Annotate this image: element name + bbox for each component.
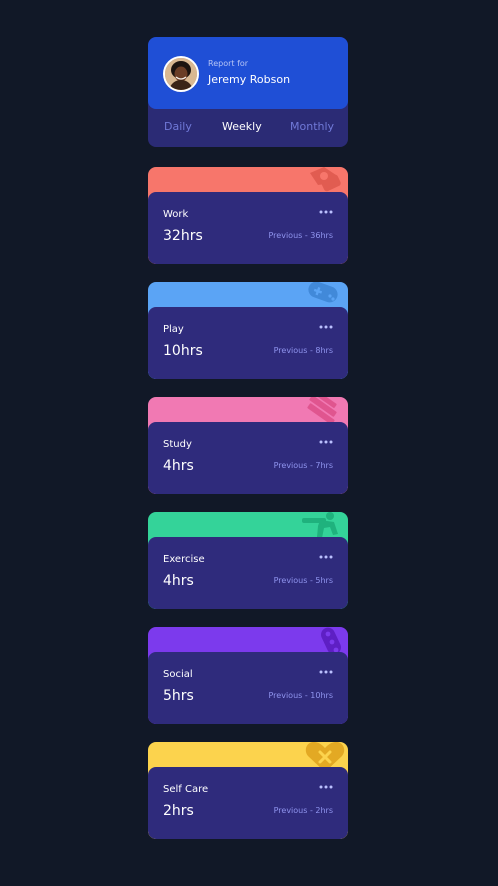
timeframe-tabs: Daily Weekly Monthly — [148, 109, 348, 147]
current-hours: 10hrs — [163, 343, 203, 359]
card-body: Study 4hrs Previous - 7hrs — [148, 422, 348, 494]
card-body: Exercise 4hrs Previous - 5hrs — [148, 537, 348, 609]
card-body: Work 32hrs Previous - 36hrs — [148, 192, 348, 264]
current-hours: 32hrs — [163, 228, 203, 244]
more-options-icon[interactable] — [319, 782, 333, 792]
card-title: Study — [163, 439, 192, 450]
current-hours: 4hrs — [163, 458, 194, 474]
card-body: Self Care 2hrs Previous - 2hrs — [148, 767, 348, 839]
activity-card-exercise: Exercise 4hrs Previous - 5hrs — [148, 512, 348, 609]
previous-hours: Previous - 10hrs — [268, 691, 334, 700]
card-title: Social — [163, 669, 193, 680]
avatar-image — [165, 58, 197, 90]
more-options-icon[interactable] — [319, 437, 333, 447]
activity-card-play: Play 10hrs Previous - 8hrs — [148, 282, 348, 379]
profile-card: Report for Jeremy Robson Daily Weekly Mo… — [148, 37, 348, 147]
current-hours: 4hrs — [163, 573, 194, 589]
card-body: Play 10hrs Previous - 8hrs — [148, 307, 348, 379]
user-name: Jeremy Robson — [208, 73, 291, 86]
previous-hours: Previous - 5hrs — [273, 576, 333, 585]
more-options-icon[interactable] — [319, 207, 333, 217]
tab-monthly[interactable]: Monthly — [290, 120, 334, 133]
previous-hours: Previous - 2hrs — [273, 806, 333, 815]
activity-card-study: Study 4hrs Previous - 7hrs — [148, 397, 348, 494]
more-options-icon[interactable] — [319, 322, 333, 332]
more-options-icon[interactable] — [319, 552, 333, 562]
activity-card-self-care: Self Care 2hrs Previous - 2hrs — [148, 742, 348, 839]
dashboard: Report for Jeremy Robson Daily Weekly Mo… — [148, 37, 348, 839]
previous-hours: Previous - 36hrs — [268, 231, 334, 240]
activity-card-work: Work 32hrs Previous - 36hrs — [148, 167, 348, 264]
previous-hours: Previous - 8hrs — [273, 346, 333, 355]
profile-header: Report for Jeremy Robson — [148, 37, 348, 109]
tab-daily[interactable]: Daily — [164, 120, 192, 133]
card-body: Social 5hrs Previous - 10hrs — [148, 652, 348, 724]
report-for-label: Report for — [208, 59, 249, 68]
card-title: Self Care — [163, 784, 209, 795]
previous-hours: Previous - 7hrs — [273, 461, 333, 470]
card-title: Play — [163, 324, 184, 335]
more-options-icon[interactable] — [319, 667, 333, 677]
avatar — [163, 56, 199, 92]
current-hours: 2hrs — [163, 803, 194, 819]
activity-card-social: Social 5hrs Previous - 10hrs — [148, 627, 348, 724]
current-hours: 5hrs — [163, 688, 194, 704]
card-title: Exercise — [163, 554, 205, 565]
card-title: Work — [163, 209, 189, 220]
tab-weekly[interactable]: Weekly — [222, 120, 262, 133]
